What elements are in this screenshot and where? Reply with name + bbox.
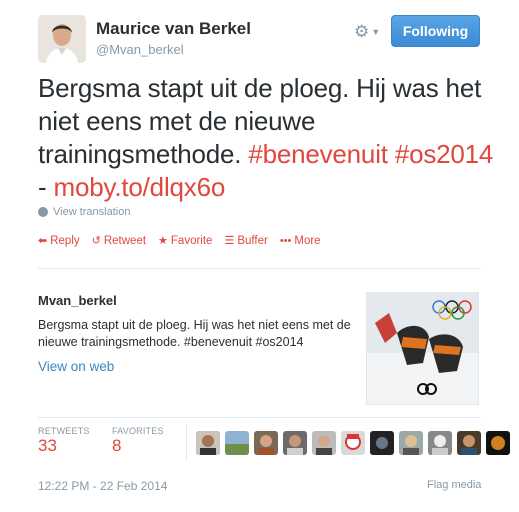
user-avatar[interactable] (283, 431, 307, 455)
tweet-text: Bergsma stapt uit de ploeg. Hij was het … (38, 72, 498, 204)
card-username[interactable]: Mvan_berkel (38, 293, 117, 308)
user-avatar[interactable] (428, 431, 452, 455)
user-avatar[interactable] (399, 431, 423, 455)
user-avatar[interactable] (486, 431, 510, 455)
retweets-stat[interactable]: RETWEETS 33 (38, 426, 90, 456)
card-photo[interactable] (366, 292, 479, 405)
card-text: Bergsma stapt uit de ploeg. Hij was het … (38, 318, 351, 349)
author-name[interactable]: Maurice van Berkel (96, 19, 251, 39)
favorites-label: FAVORITES (112, 426, 164, 436)
reply-icon: ⬅ (38, 235, 48, 247)
user-avatar[interactable] (225, 431, 249, 455)
more-action[interactable]: ••• More (280, 234, 321, 247)
more-label: More (294, 234, 321, 247)
tweet-link[interactable]: moby.to/dlqx6o (54, 172, 226, 202)
favoriters-avatars (196, 431, 510, 455)
buffer-label: Buffer (237, 234, 268, 247)
user-avatar[interactable] (341, 431, 365, 455)
following-button[interactable]: Following (391, 15, 480, 47)
hashtag-benevenuit[interactable]: #benevenuit (248, 139, 388, 169)
user-avatar[interactable] (370, 431, 394, 455)
buffer-action[interactable]: ☰ Buffer (224, 234, 268, 248)
flag-media-link[interactable]: Flag media (427, 479, 481, 491)
user-avatar[interactable] (457, 431, 481, 455)
separator: - (38, 172, 47, 202)
user-avatar[interactable] (312, 431, 336, 455)
user-avatar[interactable] (196, 431, 220, 455)
stats-divider (186, 424, 187, 460)
favorite-label: Favorite (170, 234, 213, 247)
chevron-down-icon: ▼ (371, 27, 381, 37)
star-icon: ★ (158, 235, 168, 247)
retweets-count: 33 (38, 436, 57, 455)
retweet-label: Retweet (103, 234, 147, 247)
author-handle[interactable]: @Mvan_berkel (96, 42, 184, 57)
more-icon: ••• (279, 234, 292, 247)
buffer-icon: ☰ (224, 235, 235, 247)
gear-icon[interactable]: ⚙ (354, 22, 369, 42)
tweet-timestamp[interactable]: 12:22 PM - 22 Feb 2014 (38, 479, 167, 493)
retweet-icon: ↺ (91, 235, 101, 247)
view-translation-label: View translation (53, 206, 131, 218)
retweets-label: RETWEETS (38, 426, 90, 436)
reply-action[interactable]: ⬅ Reply (38, 234, 80, 248)
divider (38, 417, 481, 418)
favorites-stat[interactable]: FAVORITES 8 (112, 426, 164, 456)
user-avatar[interactable] (254, 431, 278, 455)
view-on-web-link[interactable]: View on web (38, 359, 114, 374)
retweet-action[interactable]: ↺ Retweet (91, 234, 147, 248)
hashtag-os2014[interactable]: #os2014 (395, 139, 494, 169)
view-translation[interactable]: View translation (38, 206, 130, 218)
favorites-count: 8 (112, 436, 122, 455)
globe-icon (38, 207, 48, 217)
settings-menu[interactable]: ⚙ ▼ (354, 22, 390, 42)
divider (38, 268, 481, 269)
tweet-actions: ⬅ Reply ↺ Retweet ★ Favorite ☰ Buffer ••… (38, 234, 321, 248)
author-avatar[interactable] (38, 15, 86, 63)
reply-label: Reply (50, 234, 80, 247)
favorite-action[interactable]: ★ Favorite (158, 234, 213, 248)
